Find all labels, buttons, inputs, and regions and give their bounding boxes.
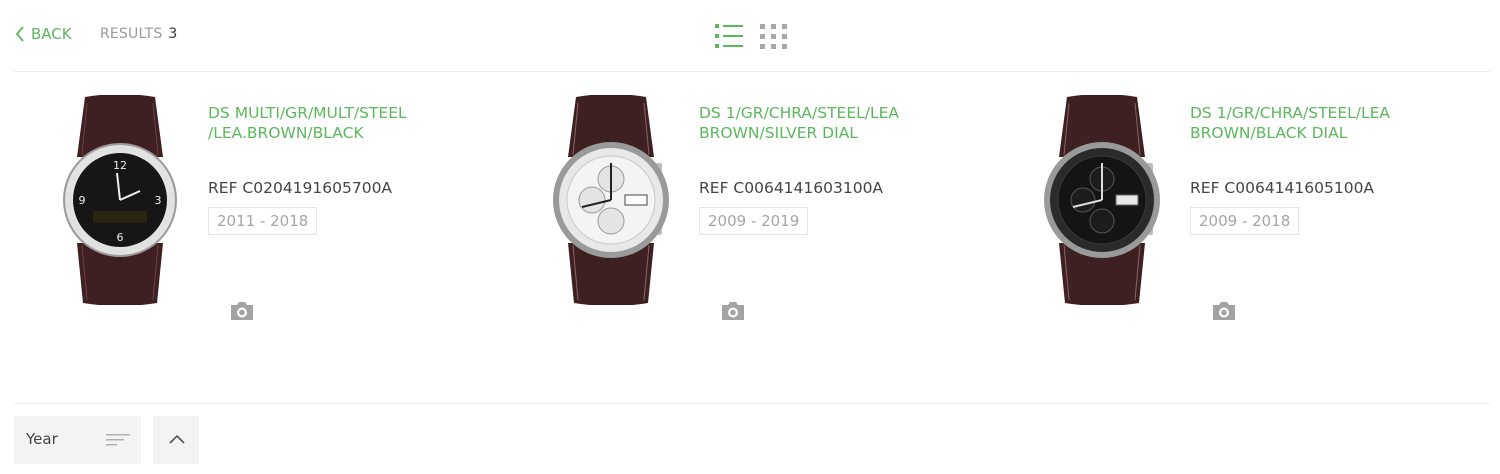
sort-lines-icon <box>106 434 130 446</box>
section-divider <box>14 403 1490 404</box>
sort-by-select[interactable]: Year <box>14 416 141 464</box>
chevron-up-icon <box>169 434 185 444</box>
watch-image[interactable]: 12 6 9 3 <box>45 95 195 305</box>
svg-text:3: 3 <box>155 194 162 207</box>
results-summary: RESULTS 3 <box>100 26 178 42</box>
product-title-line: BROWN/SILVER DIAL <box>699 124 858 142</box>
results-toolbar: BACK RESULTS 3 <box>0 0 1500 72</box>
sort-direction-button[interactable] <box>153 416 199 464</box>
production-years-badge: 2009 - 2018 <box>1190 207 1300 235</box>
chevron-left-icon <box>15 26 24 42</box>
production-years-badge: 2009 - 2019 <box>699 207 809 235</box>
results-count: 3 <box>168 26 178 42</box>
back-button[interactable]: BACK <box>15 25 72 43</box>
sort-label: Year <box>26 430 58 448</box>
product-title-line: BROWN/BLACK DIAL <box>1190 124 1348 142</box>
grid-view-icon[interactable] <box>760 23 788 49</box>
product-reference: REF C0064141603100A <box>699 179 884 197</box>
camera-icon[interactable] <box>229 300 255 322</box>
product-title-line: /LEA.BROWN/BLACK <box>208 124 364 142</box>
product-reference: REF C0204191605700A <box>208 179 393 197</box>
product-title-link[interactable]: DS 1/GR/CHRA/STEEL/LEA BROWN/SILVER DIAL <box>699 103 999 143</box>
toolbar-divider <box>14 71 1490 72</box>
list-view-icon[interactable] <box>714 23 744 49</box>
back-label: BACK <box>31 25 72 43</box>
camera-icon[interactable] <box>720 300 746 322</box>
svg-text:6: 6 <box>117 231 124 244</box>
product-title-line: DS 1/GR/CHRA/STEEL/LEA <box>1190 104 1391 122</box>
product-title-line: DS 1/GR/CHRA/STEEL/LEA <box>699 104 900 122</box>
watch-image[interactable] <box>536 95 686 305</box>
results-label: RESULTS <box>100 26 163 42</box>
svg-text:12: 12 <box>113 159 127 172</box>
product-reference: REF C0064141605100A <box>1190 179 1375 197</box>
watch-image[interactable] <box>1027 95 1177 305</box>
product-title-link[interactable]: DS MULTI/GR/MULT/STEEL /LEA.BROWN/BLACK <box>208 103 508 143</box>
camera-icon[interactable] <box>1211 300 1237 322</box>
product-title-link[interactable]: DS 1/GR/CHRA/STEEL/LEA BROWN/BLACK DIAL <box>1190 103 1490 143</box>
svg-text:9: 9 <box>79 194 86 207</box>
production-years-badge: 2011 - 2018 <box>208 207 318 235</box>
product-card[interactable]: DS 1/GR/CHRA/STEEL/LEA BROWN/BLACK DIAL … <box>1027 90 1497 330</box>
product-title-line: DS MULTI/GR/MULT/STEEL <box>208 104 407 122</box>
product-card[interactable]: DS 1/GR/CHRA/STEEL/LEA BROWN/SILVER DIAL… <box>536 90 1006 330</box>
product-card[interactable]: 12 6 9 3 DS MULTI/GR/MULT/STEEL /LEA.BRO… <box>45 90 515 330</box>
